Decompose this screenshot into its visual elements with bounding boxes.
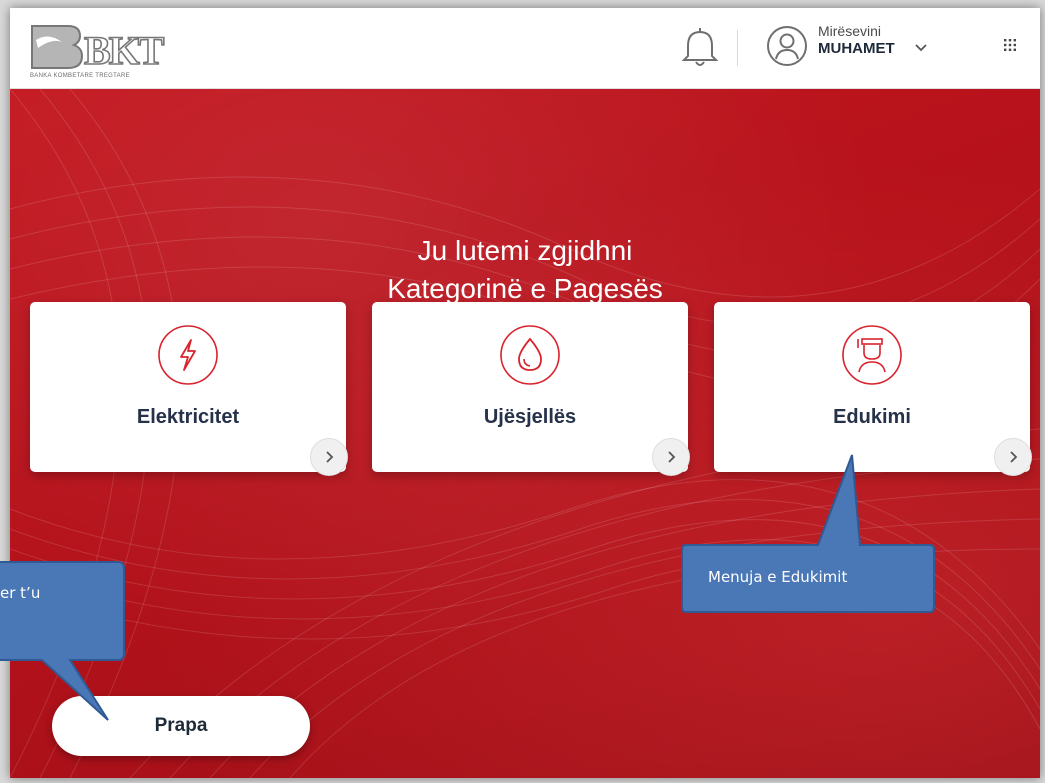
- chevron-right-icon: [668, 451, 676, 463]
- bell-icon: [681, 28, 719, 66]
- greeting-text: Mirësevini: [818, 23, 882, 39]
- water-drop-icon: [500, 325, 560, 385]
- apps-grid-icon: [1004, 39, 1016, 51]
- chevron-down-icon: [915, 44, 927, 52]
- logo-caption: BANKA KOMBETARE TREGTARE: [30, 73, 130, 79]
- chevron-right-icon: [1010, 451, 1018, 463]
- top-bar: BKT BANKA KOMBETARE TREGTARE Mirësevini …: [10, 8, 1040, 89]
- user-name: MUHAMET: [818, 40, 895, 58]
- logo-text: BKT: [84, 28, 165, 73]
- user-avatar[interactable]: [765, 24, 809, 68]
- education-callout-text: Menuja e Edukimit: [708, 568, 848, 586]
- category-card-water[interactable]: Ujësjellës: [372, 302, 690, 476]
- page-title-line1: Ju lutemi zgjidhni: [417, 235, 633, 266]
- back-button[interactable]: Prapa: [52, 696, 310, 756]
- category-label: Edukimi: [833, 406, 911, 428]
- notifications-button[interactable]: [680, 24, 720, 68]
- chevron-right-icon: [326, 451, 334, 463]
- user-avatar-icon: [767, 26, 807, 66]
- category-label: Elektricitet: [136, 406, 240, 428]
- apps-menu-button[interactable]: [1003, 38, 1017, 52]
- page-title: Ju lutemi zgjidhni Kategorinë e Pagesës: [10, 232, 1040, 308]
- lightning-icon: [158, 325, 218, 385]
- category-arrow-button[interactable]: [310, 438, 348, 476]
- user-greeting[interactable]: Mirësevini MUHAMET: [818, 23, 895, 58]
- header-divider: [737, 30, 738, 66]
- category-arrow-button[interactable]: [652, 438, 690, 476]
- graduate-icon: [842, 325, 902, 385]
- category-card-education[interactable]: Edukimi: [714, 302, 1032, 476]
- back-callout-text: er t’u: [0, 584, 41, 602]
- category-arrow-button[interactable]: [994, 438, 1032, 476]
- user-menu-toggle[interactable]: [914, 40, 928, 52]
- app-window: BKT BANKA KOMBETARE TREGTARE Mirësevini …: [10, 8, 1040, 778]
- category-card-electricity[interactable]: Elektricitet: [30, 302, 348, 476]
- bkt-logo[interactable]: BKT BANKA KOMBETARE TREGTARE: [28, 20, 188, 82]
- category-label: Ujësjellës: [483, 406, 577, 428]
